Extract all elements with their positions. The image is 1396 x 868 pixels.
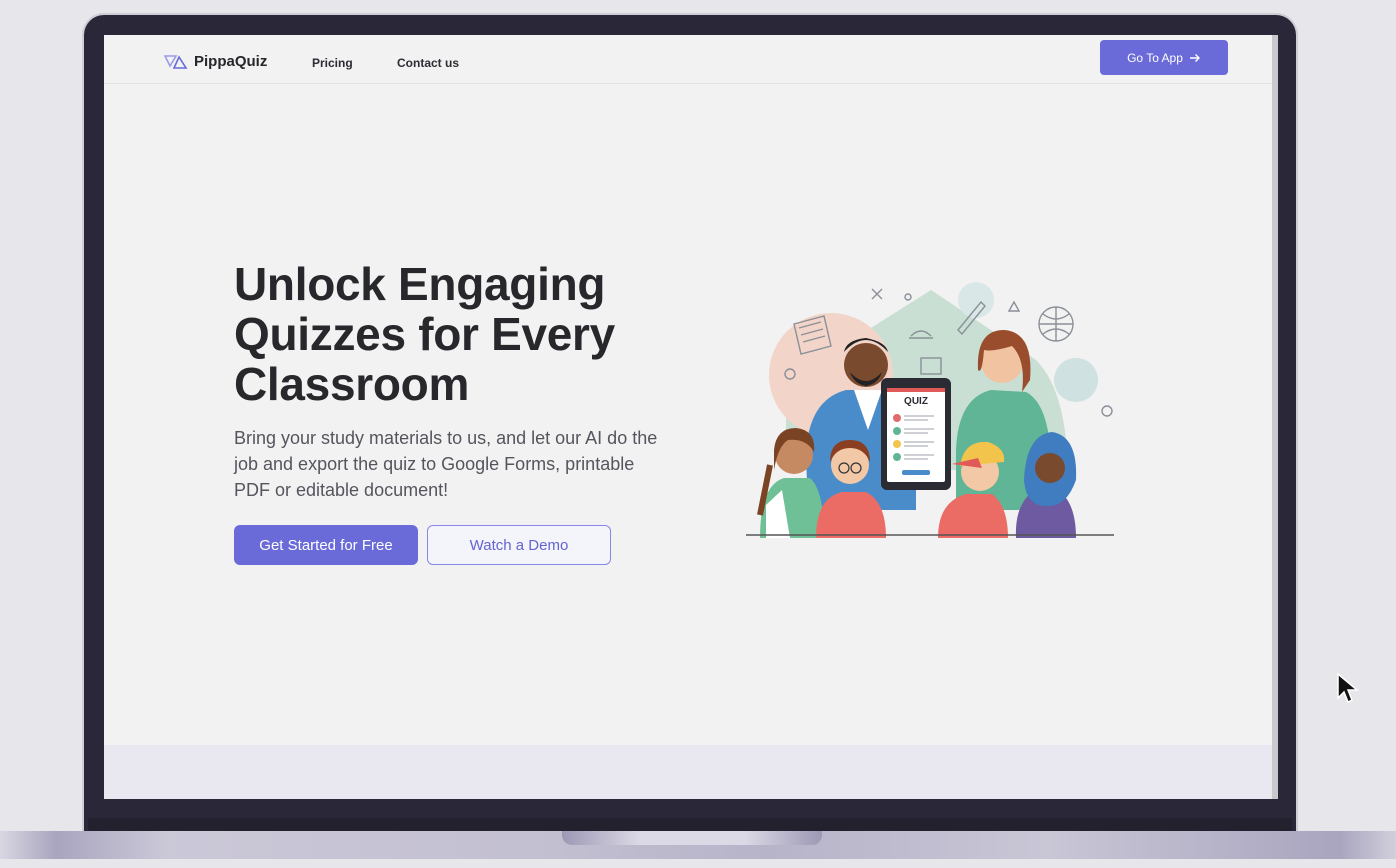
brand-logo[interactable]: PippaQuiz: [164, 53, 267, 70]
hero-title: Unlock Engaging Quizzes for Every Classr…: [234, 258, 615, 410]
brand-name: PippaQuiz: [194, 53, 268, 70]
cross-icon: [871, 288, 883, 300]
triangle-icon: [1007, 300, 1021, 312]
get-started-button[interactable]: Get Started for Free: [234, 525, 418, 565]
arrow-right-icon: [1189, 53, 1200, 62]
go-to-app-button[interactable]: Go To App: [1100, 40, 1228, 75]
laptop-notch: [562, 831, 822, 845]
nav-link-contact[interactable]: Contact us: [397, 56, 459, 70]
logo-icon: [164, 54, 188, 69]
go-to-app-label: Go To App: [1127, 50, 1183, 65]
mint-blob: [1054, 358, 1098, 402]
watch-demo-button[interactable]: Watch a Demo: [427, 525, 611, 565]
quiz-label: QUIZ: [904, 396, 928, 407]
circle-icon: [904, 293, 912, 301]
mint-blob-small: [958, 282, 994, 318]
mouse-cursor-icon: [1337, 672, 1360, 704]
hero-illustration: QUIZ: [746, 282, 1114, 538]
hero-subtitle: Bring your study materials to us, and le…: [234, 428, 658, 500]
next-section-band: [104, 745, 1272, 799]
laptop-hinge: [88, 818, 1292, 831]
ring-icon-right: [1101, 405, 1113, 417]
scrollbar[interactable]: [1272, 35, 1278, 799]
nav-link-pricing[interactable]: Pricing: [312, 56, 353, 70]
navbar: PippaQuiz Pricing Contact us Go To App: [104, 35, 1272, 84]
quiz-tablet: QUIZ: [881, 378, 951, 490]
browser-viewport: PippaQuiz Pricing Contact us Go To App U…: [104, 35, 1278, 799]
